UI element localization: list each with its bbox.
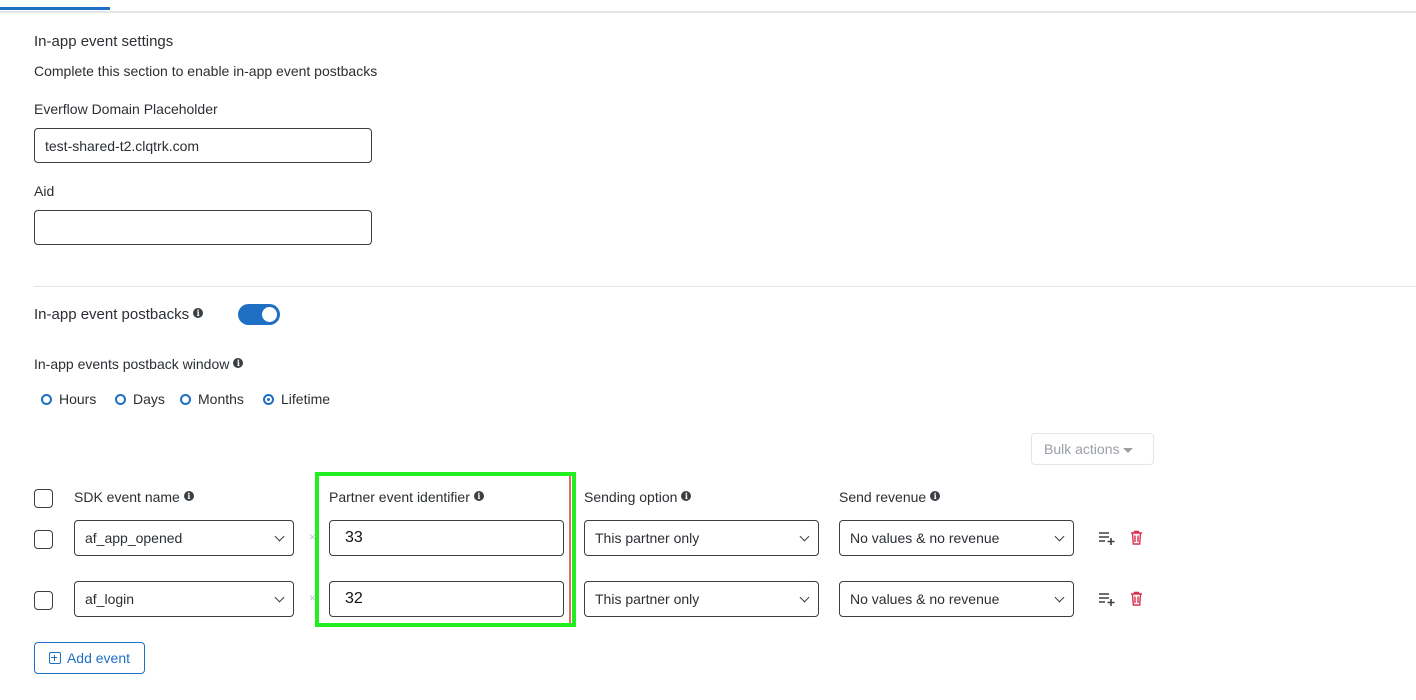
postbacks-label-row: In-app event postbacks i <box>34 306 204 323</box>
sending-option-select[interactable]: This partner only <box>584 581 819 617</box>
info-icon[interactable]: i <box>183 491 194 501</box>
radio-label: Months <box>198 391 244 407</box>
section-title: In-app event settings <box>34 33 174 50</box>
sending-option-value: This partner only <box>595 591 700 607</box>
active-tab-indicator <box>0 7 110 10</box>
radio-label: Hours <box>59 391 97 407</box>
sending-option-value: This partner only <box>595 530 700 546</box>
highlight-box <box>315 472 576 627</box>
header-sending-label: Sending option <box>584 489 678 505</box>
radio-lifetime[interactable]: Lifetime <box>263 391 330 407</box>
chevron-down-icon <box>1054 531 1065 541</box>
header-sdk-event: SDK event name i <box>74 489 194 505</box>
domain-input[interactable]: test-shared-t2.clqtrk.com <box>34 128 372 163</box>
add-event-button[interactable]: Add event <box>34 642 145 674</box>
add-params-icon[interactable] <box>1098 591 1116 612</box>
section-description: Complete this section to enable in-app e… <box>34 63 378 79</box>
chevron-down-icon <box>799 531 810 541</box>
row-checkbox[interactable] <box>34 530 53 549</box>
send-revenue-value: No values & no revenue <box>850 530 1000 546</box>
radio-hours[interactable]: Hours <box>41 391 96 407</box>
select-all-checkbox[interactable] <box>34 489 53 508</box>
aid-label: Aid <box>34 183 55 199</box>
send-revenue-select[interactable]: No values & no revenue <box>839 581 1074 617</box>
sdk-event-value: af_login <box>85 591 135 607</box>
aid-input[interactable] <box>34 210 372 245</box>
trash-icon[interactable] <box>1130 530 1143 550</box>
header-revenue: Send revenue i <box>839 489 941 505</box>
chevron-down-icon <box>799 592 810 602</box>
radio-circle-icon[interactable] <box>41 393 52 405</box>
sdk-event-select[interactable]: af_app_opened <box>74 520 294 556</box>
window-label: In-app events postback window <box>34 356 230 372</box>
caret-down-icon <box>1123 447 1134 453</box>
section-divider <box>34 286 1416 287</box>
radio-label: Lifetime <box>281 391 331 407</box>
header-sdk-event-label: SDK event name <box>74 489 180 505</box>
row-checkbox[interactable] <box>34 591 53 610</box>
domain-label: Everflow Domain Placeholder <box>34 101 218 117</box>
sending-option-select[interactable]: This partner only <box>584 520 819 556</box>
add-event-label: Add event <box>66 650 131 666</box>
postbacks-label: In-app event postbacks <box>34 306 190 323</box>
radio-circle-icon[interactable] <box>180 393 191 405</box>
send-revenue-select[interactable]: No values & no revenue <box>839 520 1074 556</box>
chevron-down-icon <box>1054 592 1065 602</box>
window-label-row: In-app events postback window i <box>34 356 244 372</box>
radio-label: Days <box>133 391 165 407</box>
radio-months[interactable]: Months <box>180 391 244 407</box>
tab-bar-border <box>0 11 1416 13</box>
radio-circle-checked-icon[interactable] <box>263 393 274 405</box>
plus-icon <box>48 652 61 664</box>
radio-circle-icon[interactable] <box>115 393 126 405</box>
chevron-down-icon <box>274 531 285 541</box>
bulk-actions-button[interactable]: Bulk actions <box>1031 433 1154 465</box>
radio-days[interactable]: Days <box>115 391 165 407</box>
send-revenue-value: No values & no revenue <box>850 591 1000 607</box>
info-icon[interactable]: i <box>193 308 204 318</box>
sdk-event-value: af_app_opened <box>85 530 183 546</box>
header-sending: Sending option i <box>584 489 692 505</box>
add-params-icon[interactable] <box>1098 530 1116 551</box>
bulk-actions-label: Bulk actions <box>1044 441 1120 457</box>
trash-icon[interactable] <box>1130 591 1143 611</box>
sdk-event-select[interactable]: af_login <box>74 581 294 617</box>
info-icon[interactable]: i <box>233 358 244 368</box>
header-revenue-label: Send revenue <box>839 489 927 505</box>
postbacks-toggle[interactable] <box>238 304 280 325</box>
chevron-down-icon <box>274 592 285 602</box>
toggle-knob <box>262 307 277 322</box>
info-icon[interactable]: i <box>930 491 941 501</box>
info-icon[interactable]: i <box>681 491 692 501</box>
